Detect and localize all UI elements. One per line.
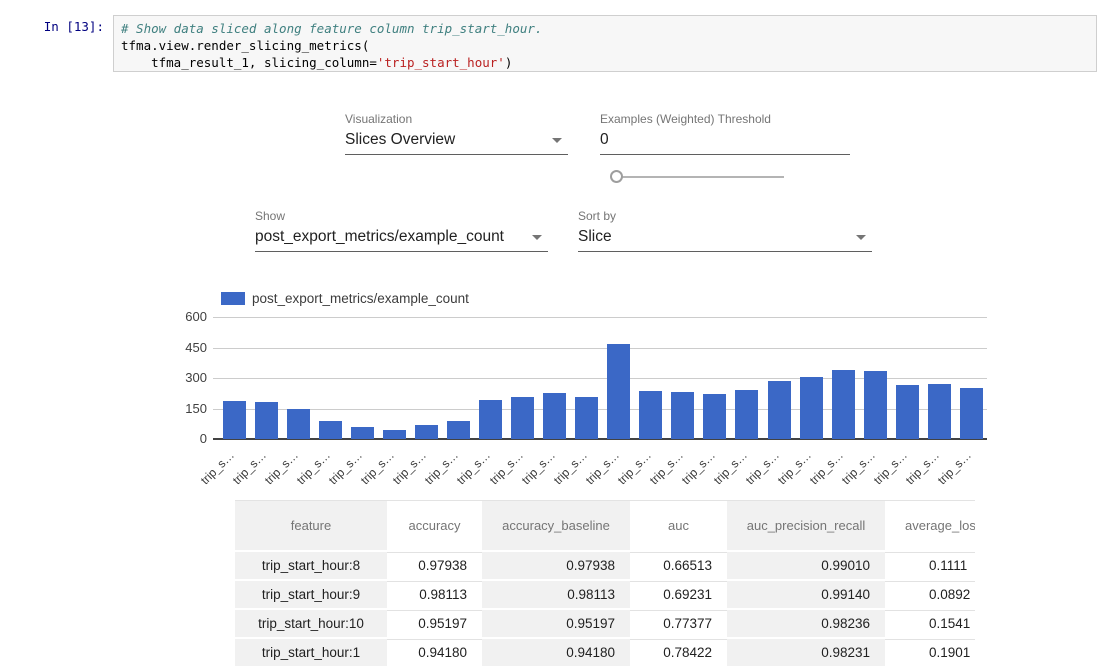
legend-swatch [221, 292, 245, 305]
table-header-row: featureaccuracyaccuracy_baselineaucauc_p… [235, 501, 975, 550]
table-cell: 0.66513 [630, 550, 727, 579]
table-cell: 0.1901 [885, 637, 975, 666]
slider-thumb[interactable] [610, 170, 623, 183]
table-cell: 0.98236 [727, 608, 885, 637]
table-cell: 0.0892 [885, 579, 975, 608]
table-cell: 0.97938 [387, 550, 482, 579]
table-cell: 0.95197 [482, 608, 630, 637]
code-string-literal: 'trip_start_hour' [377, 55, 505, 70]
threshold-control: Examples (Weighted) Threshold 0 [600, 112, 850, 155]
table-row[interactable]: trip_start_hour:100.951970.951970.773770… [235, 608, 975, 637]
code-cell[interactable]: # Show data sliced along feature column … [113, 15, 1097, 72]
visualization-control: Visualization Slices Overview [345, 112, 568, 155]
table-cell: 0.69231 [630, 579, 727, 608]
chevron-down-icon[interactable] [856, 235, 866, 240]
table-cell: trip_start_hour:10 [235, 608, 387, 637]
code-line-2: tfma.view.render_slicing_metrics( [121, 38, 369, 53]
y-axis-tick-label: 150 [158, 401, 207, 416]
table-cell: 0.99010 [727, 550, 885, 579]
table-cell: 0.77377 [630, 608, 727, 637]
column-header[interactable]: auc [630, 501, 727, 550]
chart-y-axis: 0150300450600 [158, 317, 207, 447]
threshold-label: Examples (Weighted) Threshold [600, 112, 850, 126]
slider-track[interactable] [616, 176, 784, 178]
table-cell: 0.98113 [482, 579, 630, 608]
table-cell: 0.98113 [387, 579, 482, 608]
threshold-input[interactable]: 0 [600, 131, 850, 155]
show-control: Show post_export_metrics/example_count [255, 209, 548, 252]
metrics-table-wrap: featureaccuracyaccuracy_baselineaucauc_p… [235, 500, 975, 668]
show-label: Show [255, 209, 548, 223]
sort-by-value: Slice [578, 228, 612, 245]
chevron-down-icon[interactable] [532, 235, 542, 240]
table-cell: 0.78422 [630, 637, 727, 666]
column-header[interactable]: feature [235, 501, 387, 550]
table-cell: 0.94180 [482, 637, 630, 666]
threshold-slider[interactable] [610, 169, 784, 184]
legend-label: post_export_metrics/example_count [252, 291, 469, 306]
table-cell: 0.1541 [885, 608, 975, 637]
table-cell: 0.94180 [387, 637, 482, 666]
column-header[interactable]: accuracy_baseline [482, 501, 630, 550]
code-comment: # Show data sliced along feature column … [121, 21, 542, 36]
sort-control: Sort by Slice [578, 209, 872, 252]
y-axis-tick-label: 0 [158, 431, 207, 446]
table-cell: trip_start_hour:1 [235, 637, 387, 666]
code-line-3: tfma_result_1, slicing_column= [121, 55, 377, 70]
show-metric-value: post_export_metrics/example_count [255, 228, 504, 245]
y-axis-tick-label: 300 [158, 370, 207, 385]
chart-x-axis: trip_s…trip_s…trip_s…trip_s…trip_s…trip_… [213, 317, 987, 487]
y-axis-tick-label: 600 [158, 309, 207, 324]
visualization-dropdown[interactable]: Slices Overview [345, 131, 568, 155]
show-metric-dropdown[interactable]: post_export_metrics/example_count [255, 228, 548, 252]
threshold-value: 0 [600, 131, 609, 148]
input-prompt: In [13]: [28, 19, 104, 34]
table-row[interactable]: trip_start_hour:80.979380.979380.665130.… [235, 550, 975, 579]
chevron-down-icon[interactable] [552, 138, 562, 143]
notebook-page: In [13]: # Show data sliced along featur… [0, 0, 1111, 668]
table-row[interactable]: trip_start_hour:90.981130.981130.692310.… [235, 579, 975, 608]
visualization-label: Visualization [345, 112, 568, 126]
table-cell: 0.98231 [727, 637, 885, 666]
table-cell: 0.1111 [885, 550, 975, 579]
y-axis-tick-label: 450 [158, 340, 207, 355]
table-cell: trip_start_hour:9 [235, 579, 387, 608]
column-header[interactable]: accuracy [387, 501, 482, 550]
sort-by-dropdown[interactable]: Slice [578, 228, 872, 252]
sort-by-label: Sort by [578, 209, 872, 223]
code-line-3-close: ) [505, 55, 513, 70]
table-cell: 0.99140 [727, 579, 885, 608]
column-header[interactable]: auc_precision_recall [727, 501, 885, 550]
table-cell: 0.95197 [387, 608, 482, 637]
table-cell: 0.97938 [482, 550, 630, 579]
metrics-table: featureaccuracyaccuracy_baselineaucauc_p… [235, 501, 975, 666]
table-cell: trip_start_hour:8 [235, 550, 387, 579]
table-row[interactable]: trip_start_hour:10.941800.941800.784220.… [235, 637, 975, 666]
column-header[interactable]: average_los [885, 501, 975, 550]
visualization-value: Slices Overview [345, 131, 455, 148]
